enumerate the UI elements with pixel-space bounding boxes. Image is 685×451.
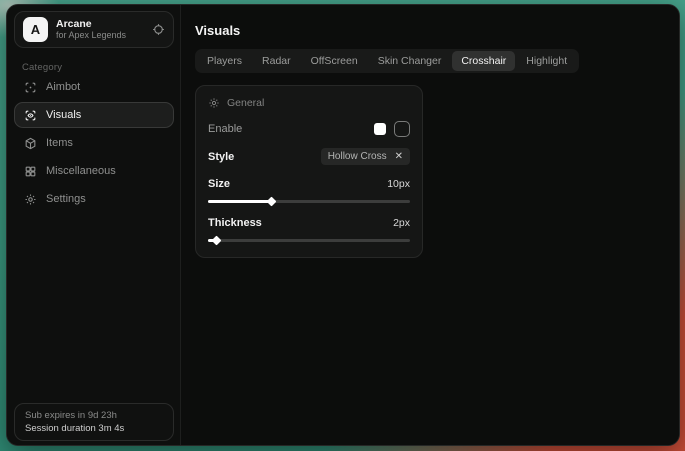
tab-players[interactable]: Players [198, 51, 251, 71]
thickness-label: Thickness [208, 217, 262, 229]
sidebar-item-label: Visuals [46, 109, 81, 121]
sidebar-item-label: Settings [46, 193, 86, 205]
visuals-icon [24, 109, 37, 122]
card-header: General [208, 97, 410, 109]
enable-label: Enable [208, 123, 242, 135]
app-window: A Arcane for Apex Legends Category Aimbo… [6, 4, 680, 446]
settings-gear-icon [24, 193, 37, 206]
sidebar-item-visuals[interactable]: Visuals [14, 102, 174, 128]
tab-offscreen[interactable]: OffScreen [302, 51, 367, 71]
items-icon [24, 137, 37, 150]
enable-row: Enable [208, 121, 410, 137]
size-label: Size [208, 178, 230, 190]
slider-thumb[interactable] [212, 236, 222, 246]
sidebar-item-label: Miscellaneous [46, 165, 116, 177]
slider-thumb[interactable] [266, 197, 276, 207]
slider-track [208, 239, 410, 242]
main-panel: Visuals Players Radar OffScreen Skin Cha… [181, 5, 679, 445]
tab-skin-changer[interactable]: Skin Changer [369, 51, 451, 71]
style-select-chip[interactable]: Hollow Cross ✕ [321, 148, 410, 165]
style-row: Style Hollow Cross ✕ [208, 148, 410, 165]
brand-card: A Arcane for Apex Legends [14, 11, 174, 48]
tab-radar[interactable]: Radar [253, 51, 300, 71]
sidebar: A Arcane for Apex Legends Category Aimbo… [7, 5, 181, 445]
general-gear-icon [208, 97, 220, 109]
size-slider[interactable] [208, 198, 410, 205]
sub-expires-text: Sub expires in 9d 23h [25, 410, 163, 421]
close-icon[interactable]: ✕ [395, 152, 403, 162]
sidebar-item-items[interactable]: Items [14, 130, 174, 156]
size-row: Size 10px [208, 178, 410, 190]
slider-fill [208, 200, 271, 203]
miscellaneous-icon [24, 165, 37, 178]
enable-checkbox[interactable] [374, 123, 386, 135]
sidebar-item-miscellaneous[interactable]: Miscellaneous [14, 158, 174, 184]
enable-keybind-box[interactable] [394, 121, 410, 137]
sidebar-item-label: Items [46, 137, 73, 149]
sidebar-item-label: Aimbot [46, 81, 80, 93]
sidebar-nav: Aimbot Visuals Items [14, 74, 174, 212]
style-label: Style [208, 151, 234, 163]
brand-logo: A [23, 17, 48, 42]
thickness-row: Thickness 2px [208, 217, 410, 229]
general-card: General Enable Style Hollow Cross ✕ Size… [195, 85, 423, 258]
brand-subtitle: for Apex Legends [56, 30, 144, 40]
crosshair-icon[interactable] [152, 23, 165, 36]
tab-crosshair[interactable]: Crosshair [452, 51, 515, 71]
subscription-info: Sub expires in 9d 23h Session duration 3… [14, 403, 174, 441]
style-value: Hollow Cross [328, 151, 387, 162]
page-title: Visuals [195, 23, 240, 38]
tab-bar: Players Radar OffScreen Skin Changer Cro… [195, 49, 579, 73]
card-title: General [227, 97, 264, 109]
size-value: 10px [387, 178, 410, 190]
tab-highlight[interactable]: Highlight [517, 51, 576, 71]
sidebar-item-aimbot[interactable]: Aimbot [14, 74, 174, 100]
aimbot-icon [24, 81, 37, 94]
sidebar-item-settings[interactable]: Settings [14, 186, 174, 212]
category-label: Category [22, 62, 62, 73]
brand-name: Arcane [56, 18, 144, 30]
session-duration-text: Session duration 3m 4s [25, 423, 163, 434]
thickness-slider[interactable] [208, 237, 410, 244]
thickness-value: 2px [393, 217, 410, 229]
